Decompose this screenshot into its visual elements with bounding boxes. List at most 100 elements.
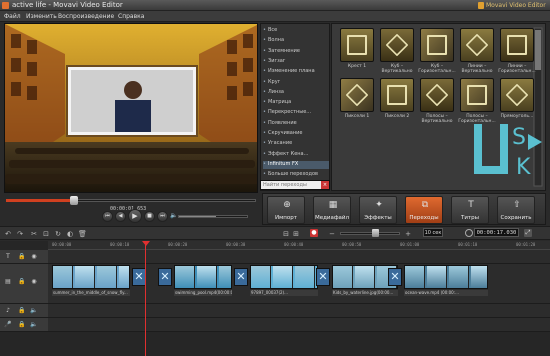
video-preview[interactable] — [4, 23, 258, 193]
titles-lane[interactable] — [48, 250, 550, 264]
timeline-timecode: 00:00:17.030 — [474, 228, 519, 237]
category-item[interactable]: Волна — [263, 37, 329, 45]
svg-text:S: S — [512, 125, 526, 150]
category-item[interactable]: Угасание — [263, 140, 329, 148]
category-item[interactable]: Линза — [263, 89, 329, 97]
fullscreen-icon[interactable]: ⤢ — [524, 229, 532, 237]
next-frame-button[interactable]: ⏭ — [157, 211, 168, 222]
transition-tile[interactable] — [500, 28, 534, 62]
crop-icon[interactable]: ⊡ — [42, 230, 50, 238]
menu-playback[interactable]: Воспроизведение — [58, 13, 114, 20]
transition-tile[interactable] — [340, 78, 374, 112]
rotate-icon[interactable]: ↻ — [54, 230, 62, 238]
record-icon[interactable]: ● — [310, 229, 318, 237]
category-item[interactable]: Больше переходов — [263, 171, 329, 179]
transition-marker-icon[interactable]: ✕ — [234, 268, 248, 286]
category-item[interactable]: Появление — [263, 120, 329, 128]
rewind-button[interactable]: ◀ — [115, 211, 126, 222]
zoom-out-icon[interactable]: − — [328, 230, 336, 238]
category-item[interactable]: Зигзаг — [263, 58, 329, 66]
transition-tile[interactable] — [420, 28, 454, 62]
title-bar: active life - Movavi Video Editor Movavi… — [0, 0, 550, 11]
transition-tile[interactable] — [380, 78, 414, 112]
category-item[interactable]: Infinitum FX — [263, 160, 329, 169]
transition-label: Крест 1 — [347, 64, 367, 69]
video-clip[interactable] — [174, 265, 232, 289]
transition-marker-icon[interactable]: ✕ — [132, 268, 146, 286]
menu-edit[interactable]: Изменить — [26, 13, 57, 20]
transition-marker-icon[interactable]: ✕ — [316, 268, 330, 286]
toolbar-button-label: Эффекты — [364, 215, 392, 221]
delete-icon[interactable]: 🗑 — [78, 230, 87, 238]
toolbar-button[interactable]: T Титры — [451, 196, 489, 224]
speaker-icon[interactable]: 🔈 — [30, 321, 38, 329]
eye-icon[interactable]: ◉ — [30, 278, 38, 286]
zoom-in-icon[interactable]: + — [404, 230, 412, 238]
zoom-handle[interactable] — [372, 229, 379, 237]
import-icon: ⊕ — [283, 200, 291, 210]
toolbar-button[interactable]: ⇧ Сохранить — [497, 196, 535, 224]
fit-icon[interactable]: ⊟ — [282, 230, 290, 238]
category-item[interactable]: Изменение плана — [263, 68, 329, 76]
video-clip[interactable] — [52, 265, 130, 289]
timeline-ruler[interactable]: 00:00:00 00:00:10 00:00:20 00:00:30 00:00:40… — [48, 241, 550, 250]
scrub-handle[interactable] — [69, 196, 78, 205]
playback-scrubber[interactable] — [4, 194, 258, 206]
clip-frame-thumbnail — [251, 266, 271, 288]
play-button[interactable]: ▶ — [128, 209, 142, 223]
transition-preview-icon — [385, 33, 409, 57]
eye-icon[interactable]: ◉ — [30, 253, 38, 261]
undo-icon[interactable]: ↶ — [4, 230, 12, 238]
toolbar-button[interactable]: ✦ Эффекты — [359, 196, 397, 224]
category-item[interactable]: Перекрестные... — [263, 109, 329, 117]
stop-button[interactable]: ■ — [144, 211, 155, 222]
track-header-audio: ♪ 🔒 🔈 — [0, 304, 48, 318]
storyboard-icon[interactable]: ⊞ — [292, 230, 300, 238]
stop-icon: ■ — [147, 213, 152, 219]
redo-icon[interactable]: ↷ — [16, 230, 24, 238]
category-item[interactable]: Эффект Кена... — [263, 151, 329, 159]
transition-tile[interactable] — [420, 78, 454, 112]
cut-icon[interactable]: ✂ — [30, 230, 38, 238]
menu-file[interactable]: Файл — [4, 13, 21, 20]
menu-help[interactable]: Справка — [118, 13, 144, 20]
voice-lane[interactable] — [48, 318, 550, 332]
transition-label: Полосы – Вертикально — [421, 114, 453, 124]
category-item[interactable]: Скручивание — [263, 130, 329, 138]
lock-icon[interactable]: 🔒 — [18, 253, 26, 261]
transition-label: Куб – Вертикально — [381, 64, 413, 74]
video-clip[interactable] — [250, 265, 318, 289]
timeline-zoom-slider[interactable] — [340, 232, 400, 235]
speaker-icon[interactable]: 🔈 — [30, 307, 38, 315]
svg-text:K: K — [516, 155, 531, 180]
toolbar-button[interactable]: ▦ Медиафайл — [313, 196, 351, 224]
playhead[interactable] — [145, 241, 146, 356]
color-icon[interactable]: ◐ — [66, 230, 74, 238]
transition-marker-icon[interactable]: ✕ — [158, 268, 172, 286]
transition-marker-icon[interactable]: ✕ — [388, 268, 402, 286]
audio-lane[interactable] — [48, 304, 550, 318]
playhead-marker[interactable] — [142, 241, 150, 246]
transition-tile[interactable] — [340, 28, 374, 62]
clear-search-icon[interactable]: × — [321, 181, 329, 189]
toolbar-button[interactable]: ⊕ Импорт — [267, 196, 305, 224]
clip-frame-thumbnail — [53, 266, 73, 288]
category-item[interactable]: Матрица — [263, 99, 329, 107]
lock-icon[interactable]: 🔒 — [18, 278, 26, 286]
category-item[interactable]: Затемнение — [263, 48, 329, 56]
transition-tile[interactable] — [380, 28, 414, 62]
prev-frame-button[interactable]: ⏮ — [102, 211, 113, 222]
toolbar-button[interactable]: ⧉ Переходы — [405, 196, 443, 224]
transition-tile[interactable] — [500, 78, 534, 112]
category-item[interactable]: Все — [263, 27, 329, 35]
category-item[interactable]: Круг — [263, 79, 329, 87]
clip-frame-thumbnail — [295, 266, 315, 288]
transition-tile[interactable] — [460, 28, 494, 62]
zoom-value[interactable]: 10 сек — [423, 228, 443, 237]
lock-icon[interactable]: 🔒 — [18, 321, 26, 329]
volume-slider[interactable] — [178, 215, 248, 218]
transition-tile[interactable] — [460, 78, 494, 112]
video-clip[interactable] — [404, 265, 488, 289]
transition-search-input[interactable]: Найти переходы — [260, 180, 330, 190]
lock-icon[interactable]: 🔒 — [18, 307, 26, 315]
